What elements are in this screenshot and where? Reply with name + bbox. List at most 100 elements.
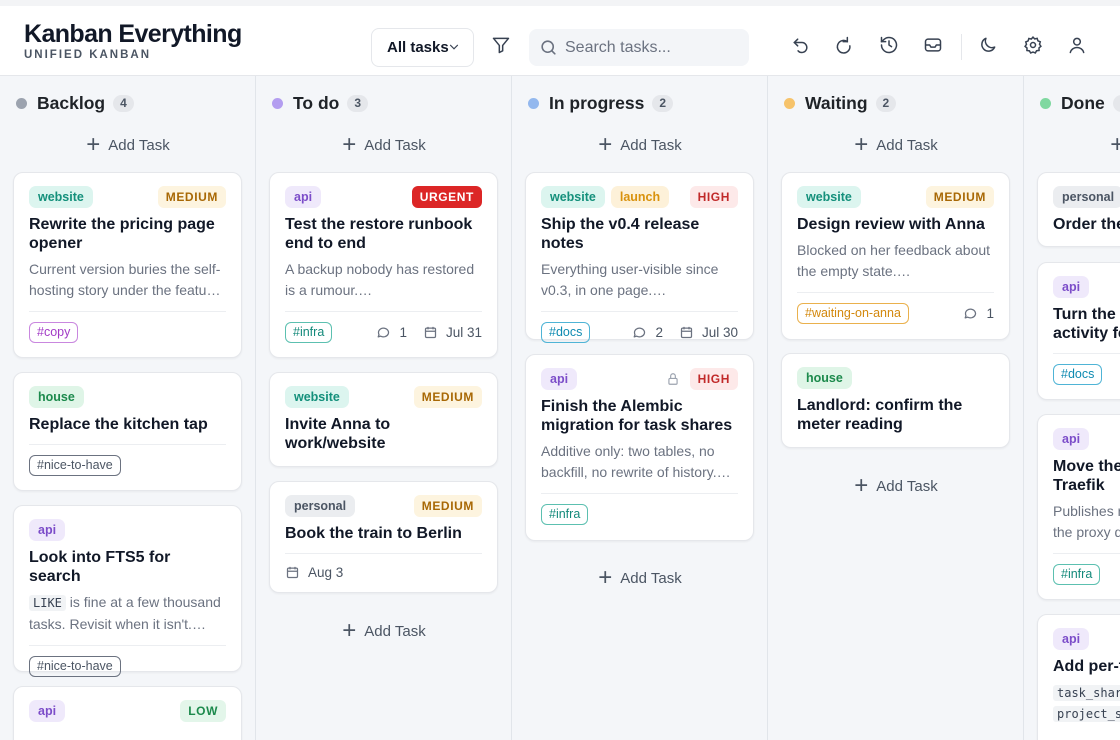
due-date-value: Aug 3 [308,564,344,580]
project-tag[interactable]: launch [610,186,670,208]
task-card[interactable]: api LOW [13,686,242,740]
filter-icon[interactable] [490,34,512,56]
add-task-button[interactable]: +Add Task [512,133,768,157]
task-card[interactable]: personal Order the [1037,172,1120,247]
calendar-icon [424,326,437,338]
add-task-label: Add Task [876,136,938,154]
label-pill[interactable]: #copy [29,321,79,343]
brand: Kanban Everything UNIFIED KANBAN [24,20,242,61]
plus-icon: + [86,131,101,158]
column-title: To do [293,92,340,113]
column-waiting: Waiting 2 + Add Task website MEDIUM Design… [768,76,1024,740]
user-icon[interactable] [1066,34,1088,56]
add-task-button[interactable]: +Add Task [1024,133,1120,157]
task-card[interactable]: api HIGH Finish the Alembic migration for… [525,354,754,541]
search-icon [541,40,556,55]
column-count: 2 [652,94,673,112]
project-tag[interactable]: api [29,519,66,541]
task-card[interactable]: api Move the Traefik Publishes r the pro… [1037,414,1120,600]
comment-count[interactable]: 1 [963,306,994,321]
add-task-button[interactable]: +Add Task [256,133,512,157]
kanban-board: Backlog 4 + Add Task website MEDIUM Rewrit… [0,76,1120,740]
add-task-button[interactable]: +Add Task [512,566,768,590]
project-tag[interactable]: api [1053,276,1090,298]
card-title: Look into FTS5 for search [29,549,171,585]
label-pill[interactable]: #docs [541,321,591,343]
project-tag[interactable]: website [541,186,605,208]
label-pill[interactable]: #docs [1053,363,1103,385]
label-pill[interactable]: #nice-to-have [29,454,121,476]
project-tag[interactable]: house [797,367,852,389]
task-card[interactable]: website MEDIUM Invite Anna to work/websit… [269,372,498,467]
project-tag[interactable]: website [285,386,349,408]
column-title: Done [1061,92,1105,113]
card-title: Design review with Anna [797,216,985,233]
redo-icon[interactable] [833,34,855,56]
add-task-label: Add Task [364,136,426,154]
column-in-progress: In progress 2 + Add Task website launch HIG… [512,76,768,740]
task-card[interactable]: api Turn the a activity fe #docs [1037,262,1120,400]
add-task-label: Add Task [620,569,682,587]
project-tag[interactable]: api [541,368,578,390]
task-filter-value: All tasks [387,39,449,56]
task-card[interactable]: personal MEDIUM Book the train to Berlin … [269,481,498,593]
undo-icon[interactable] [790,34,812,56]
history-icon[interactable] [878,34,900,56]
project-tag[interactable]: api [1053,628,1090,650]
add-task-button[interactable]: + Add Task [768,131,1024,158]
add-task-button[interactable]: + Add Task [0,131,256,158]
priority-badge: HIGH [689,186,738,208]
project-tag[interactable]: personal [285,495,356,517]
task-card[interactable]: api URGENT Test the restore runbook end t… [269,172,498,358]
plus-icon: + [342,617,357,644]
card-title: Test the restore runbook end to end [285,216,473,252]
project-tag[interactable]: api [1053,428,1090,450]
task-filter-select[interactable]: All tasks [371,28,474,67]
search-input[interactable] [565,38,740,57]
add-task-button[interactable]: + Add Task [256,617,512,644]
task-card[interactable]: api Look into FTS5 for search LIKE is fi… [13,505,242,677]
add-task-button[interactable]: +Add Task [768,474,1024,498]
project-tag[interactable]: api [285,186,322,208]
card-description: Current version buries the self-hosting … [29,261,221,298]
task-card[interactable]: website MEDIUM Rewrite the pricing page o… [13,172,242,358]
column-backlog: Backlog 4 + Add Task website MEDIUM Rewrit… [0,76,256,740]
add-task-label: Add Task [364,622,426,640]
card-meta: 2 Jul 30 [632,325,738,340]
plus-icon: + [854,131,869,158]
project-tag[interactable]: website [29,186,93,208]
task-card[interactable]: house Landlord: confirm the meter readin… [781,353,1010,448]
comment-count[interactable]: 2 [632,325,663,340]
task-card[interactable]: house Replace the kitchen tap #nice-to-h… [13,372,242,491]
project-tag[interactable]: house [29,386,84,408]
comment-count[interactable]: 1 [376,325,407,340]
card-title: Add per-t [1053,658,1120,675]
add-task-label: Add Task [108,136,170,154]
moon-icon[interactable] [977,34,999,56]
task-card[interactable]: website MEDIUM Design review with Anna Bl… [781,172,1010,340]
comment-icon [378,327,390,337]
inbox-icon[interactable] [922,34,944,56]
column-count [1112,94,1120,112]
card-title: Order the [1053,216,1120,233]
project-tag[interactable]: personal [1053,186,1120,208]
search-box[interactable] [529,29,749,66]
inline-code: task_shar [1053,685,1120,701]
project-tag[interactable]: website [797,186,861,208]
add-task-label: Add Task [620,136,682,154]
task-card[interactable]: api Add per-t task_shar project_s [1037,614,1120,740]
label-pill[interactable]: #waiting-on-anna [797,302,909,324]
label-pill[interactable]: #infra [541,503,589,525]
project-tag[interactable]: api [29,700,66,722]
label-pill[interactable]: #infra [285,321,333,343]
label-pill[interactable]: #nice-to-have [29,655,121,677]
settings-icon[interactable] [1022,34,1044,56]
task-card[interactable]: website launch HIGH Ship the v0.4 release … [525,172,754,343]
card-meta: Aug 3 [285,565,343,580]
status-dot [784,97,795,109]
column-count: 3 [347,94,369,112]
card-description: Publishes r the proxy d [1053,503,1120,540]
column-title: Backlog [37,92,106,113]
label-pill[interactable]: #infra [1053,563,1101,585]
priority-badge: MEDIUM [413,495,482,517]
